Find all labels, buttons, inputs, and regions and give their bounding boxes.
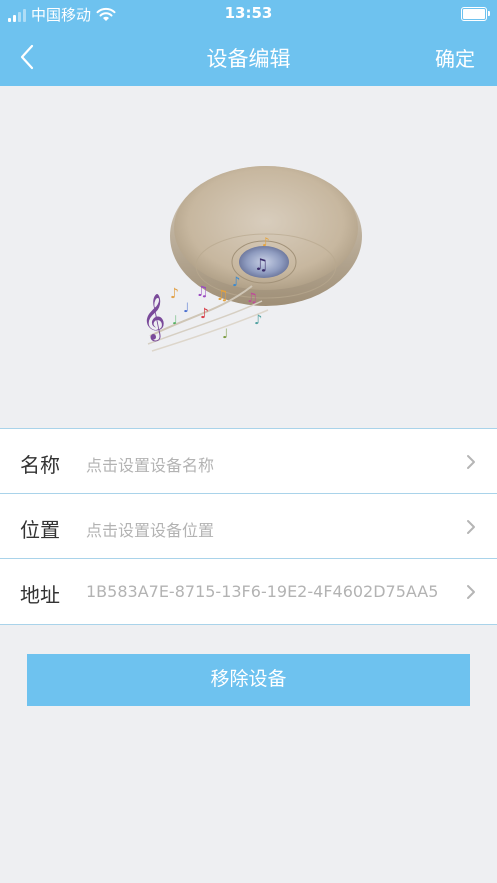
svg-text:♪: ♪ xyxy=(232,275,240,290)
status-bar: 中国移动 13:53 xyxy=(0,0,497,28)
device-form: 名称 点击设置设备名称 位置 点击设置设备位置 地址 1B583A7E-8715… xyxy=(0,428,497,625)
svg-text:♫: ♫ xyxy=(254,255,268,274)
svg-text:♩: ♩ xyxy=(222,327,228,342)
svg-text:♫: ♫ xyxy=(196,284,209,300)
confirm-button[interactable]: 确定 xyxy=(435,43,475,72)
page-title: 设备编辑 xyxy=(206,47,291,71)
status-time: 13:53 xyxy=(224,4,273,22)
svg-text:♪: ♪ xyxy=(254,313,262,328)
svg-text:♩: ♩ xyxy=(183,301,189,316)
svg-text:♫: ♫ xyxy=(246,291,258,306)
name-label: 名称 xyxy=(20,453,60,477)
device-image-area: ♫ 𝄞 ♪ ♩ ♫ ♪ ♫ ♩ ♪ ♫ ♪ ♩ ♪ xyxy=(0,86,497,428)
address-value: 1B583A7E-8715-13F6-19E2-4F4602D75AA5 xyxy=(86,582,439,601)
svg-text:♪: ♪ xyxy=(200,306,209,322)
remove-device-button[interactable]: 移除设备 xyxy=(27,654,470,706)
location-row[interactable]: 位置 点击设置设备位置 xyxy=(0,493,497,558)
battery-icon xyxy=(461,7,490,21)
name-row[interactable]: 名称 点击设置设备名称 xyxy=(0,428,497,493)
address-row[interactable]: 地址 1B583A7E-8715-13F6-19E2-4F4602D75AA5 xyxy=(0,558,497,625)
svg-text:♫: ♫ xyxy=(216,288,229,304)
nav-bar: 设备编辑 确定 xyxy=(0,28,497,86)
svg-text:♩: ♩ xyxy=(172,313,178,327)
svg-text:♪: ♪ xyxy=(262,235,270,249)
location-label: 位置 xyxy=(20,518,60,542)
svg-text:𝄞: 𝄞 xyxy=(142,294,166,342)
name-field[interactable]: 点击设置设备名称 xyxy=(86,452,464,476)
chevron-right-icon xyxy=(467,585,475,599)
chevron-right-icon xyxy=(467,455,475,469)
address-label: 地址 xyxy=(20,583,60,607)
chevron-right-icon xyxy=(467,520,475,534)
svg-text:♪: ♪ xyxy=(170,286,179,302)
ceiling-speaker-lamp-image: ♫ 𝄞 ♪ ♩ ♫ ♪ ♫ ♩ ♪ ♫ ♪ ♩ ♪ xyxy=(142,166,362,352)
location-field[interactable]: 点击设置设备位置 xyxy=(86,517,464,541)
